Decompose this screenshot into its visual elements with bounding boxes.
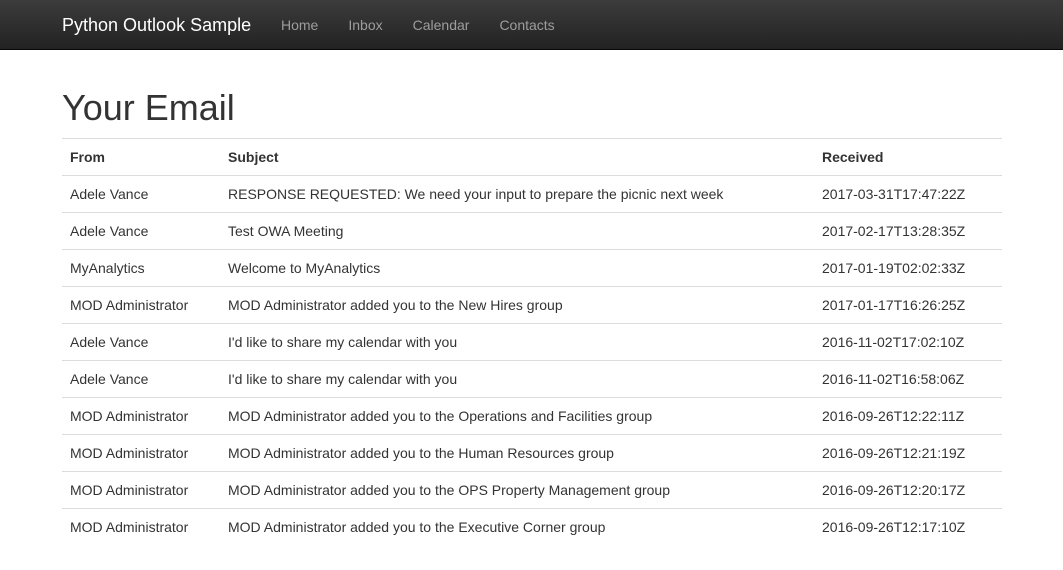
email-received-cell: 2017-01-17T16:26:25Z [814, 286, 1002, 324]
column-header-received: Received [814, 138, 1002, 176]
email-received-cell: 2016-09-26T12:20:17Z [814, 471, 1002, 509]
nav-link-calendar[interactable]: Calendar [398, 0, 485, 50]
email-subject-cell: MOD Administrator added you to the Execu… [220, 508, 814, 545]
main-content: Your Email From Subject Received Adele V… [62, 50, 1002, 545]
email-row[interactable]: MOD Administrator MOD Administrator added… [62, 434, 1002, 472]
email-subject-cell: Welcome to MyAnalytics [220, 249, 814, 287]
email-from-cell: MOD Administrator [62, 397, 220, 435]
email-received-cell: 2017-01-19T02:02:33Z [814, 249, 1002, 287]
email-from-cell: Adele Vance [62, 360, 220, 398]
email-subject-cell: MOD Administrator added you to the New H… [220, 286, 814, 324]
email-subject-cell: MOD Administrator added you to the Opera… [220, 397, 814, 435]
email-subject-cell: I'd like to share my calendar with you [220, 360, 814, 398]
nav-item-home: Home [266, 0, 333, 50]
brand-link[interactable]: Python Outlook Sample [62, 0, 251, 50]
column-header-subject: Subject [220, 138, 814, 176]
email-from-cell: MOD Administrator [62, 508, 220, 545]
email-received-cell: 2016-09-26T12:21:19Z [814, 434, 1002, 472]
email-from-cell: Adele Vance [62, 323, 220, 361]
top-navbar: Python Outlook Sample Home Inbox Calenda… [0, 0, 1063, 50]
email-received-cell: 2016-11-02T17:02:10Z [814, 323, 1002, 361]
email-row[interactable]: Adele Vance I'd like to share my calendar… [62, 323, 1002, 361]
email-table-header: From Subject Received [62, 138, 1002, 176]
email-from-cell: MOD Administrator [62, 434, 220, 472]
nav-link-home[interactable]: Home [266, 0, 333, 50]
email-subject-cell: RESPONSE REQUESTED: We need your input t… [220, 175, 814, 213]
email-subject-cell: MOD Administrator added you to the Human… [220, 434, 814, 472]
email-row[interactable]: MOD Administrator MOD Administrator added… [62, 397, 1002, 435]
email-row[interactable]: Adele Vance I'd like to share my calendar… [62, 360, 1002, 398]
email-received-cell: 2016-11-02T16:58:06Z [814, 360, 1002, 398]
email-row[interactable]: MyAnalytics Welcome to MyAnalytics 2017-01… [62, 249, 1002, 287]
email-row[interactable]: MOD Administrator MOD Administrator added… [62, 508, 1002, 545]
email-from-cell: MOD Administrator [62, 286, 220, 324]
email-subject-cell: I'd like to share my calendar with you [220, 323, 814, 361]
email-received-cell: 2016-09-26T12:22:11Z [814, 397, 1002, 435]
email-subject-cell: Test OWA Meeting [220, 212, 814, 250]
email-from-cell: Adele Vance [62, 175, 220, 213]
email-row[interactable]: Adele Vance Test OWA Meeting 2017-02-17T13… [62, 212, 1002, 250]
header-row: From Subject Received [62, 138, 1002, 176]
email-row[interactable]: MOD Administrator MOD Administrator added… [62, 286, 1002, 324]
email-received-cell: 2017-02-17T13:28:35Z [814, 212, 1002, 250]
nav-link-contacts[interactable]: Contacts [484, 0, 569, 50]
email-subject-cell: MOD Administrator added you to the OPS P… [220, 471, 814, 509]
email-received-cell: 2017-03-31T17:47:22Z [814, 175, 1002, 213]
page-title: Your Email [62, 87, 235, 128]
nav-item-contacts: Contacts [484, 0, 569, 50]
email-table: From Subject Received Adele Vance RESPONS… [62, 138, 1002, 545]
email-row[interactable]: Adele Vance RESPONSE REQUESTED: We need y… [62, 175, 1002, 213]
email-from-cell: Adele Vance [62, 212, 220, 250]
email-row[interactable]: MOD Administrator MOD Administrator added… [62, 471, 1002, 509]
nav-link-inbox[interactable]: Inbox [333, 0, 397, 50]
email-from-cell: MOD Administrator [62, 471, 220, 509]
nav-item-inbox: Inbox [333, 0, 397, 50]
email-received-cell: 2016-09-26T12:17:10Z [814, 508, 1002, 545]
email-table-body: Adele Vance RESPONSE REQUESTED: We need y… [62, 175, 1002, 545]
nav-links: Home Inbox Calendar Contacts [266, 0, 570, 50]
email-from-cell: MyAnalytics [62, 249, 220, 287]
column-header-from: From [62, 138, 220, 176]
nav-item-calendar: Calendar [398, 0, 485, 50]
